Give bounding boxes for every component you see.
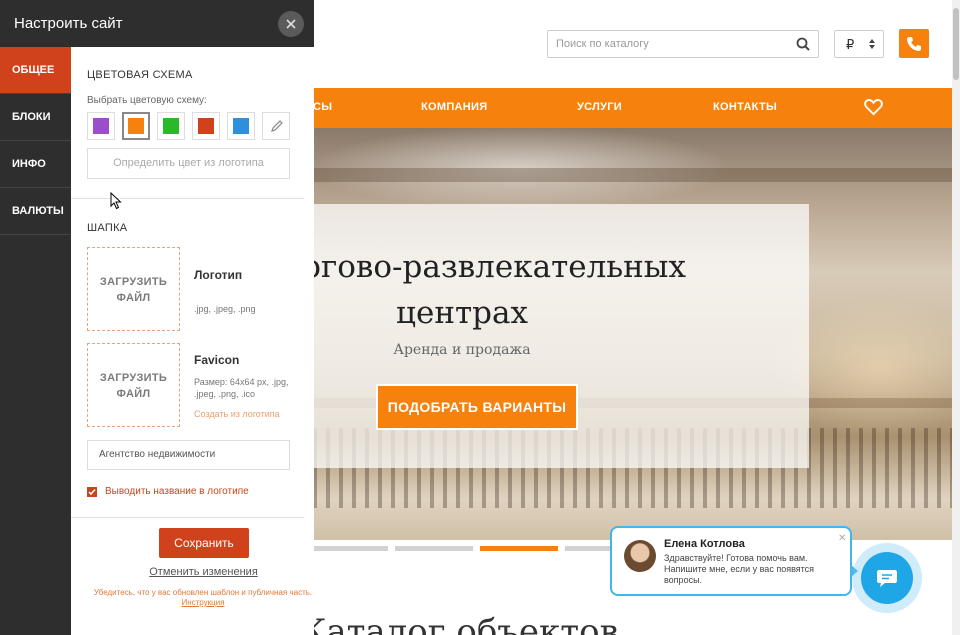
create-from-logo-link[interactable]: Создать из логотипа [194,409,280,419]
agent-avatar [624,540,656,572]
catalog-title: Каталог объектов [300,612,619,635]
favicon-label: Favicon [194,353,240,367]
chat-message: Здравствуйте! Готова помочь вам. Напишит… [664,553,815,585]
logo-label: Логотип [194,268,243,282]
catalog-search[interactable] [547,30,819,58]
phone-icon [907,37,921,51]
select-arrows-icon [869,39,875,49]
slider-dot[interactable] [480,546,558,551]
tab-currencies[interactable]: ВАЛЮТЫ [0,188,71,235]
update-note: Убедитесь, что у вас обновлен шаблон и п… [85,588,321,608]
update-note-text: Убедитесь, что у вас обновлен шаблон и п… [93,588,313,597]
nav-item-contacts[interactable]: КОНТАКТЫ [713,101,777,113]
section-divider [71,198,304,199]
tab-info[interactable]: ИНФО [0,141,71,188]
swatch-green[interactable] [157,112,185,140]
custom-color-button[interactable] [262,112,290,140]
section-divider [71,517,304,518]
logo-upload[interactable]: ЗАГРУЗИТЬ ФАЙЛ [87,247,180,331]
favicon-upload[interactable]: ЗАГРУЗИТЬ ФАЙЛ [87,343,180,427]
color-scheme-title: ЦВЕТОВАЯ СХЕМА [87,69,193,81]
panel-title: Настроить сайт [14,15,123,32]
show-name-label[interactable]: Выводить название в логотипе [105,486,249,497]
search-icon[interactable] [796,37,810,51]
chat-popup[interactable]: Елена Котлова Здравствуйте! Готова помоч… [610,526,852,596]
page-scrollbar[interactable] [952,0,960,635]
swatch-red[interactable] [192,112,220,140]
chat-close-icon[interactable]: ✕ [838,533,846,544]
swatch-orange[interactable] [122,112,150,140]
cancel-changes-link[interactable]: Отменить изменения [71,566,336,578]
panel-tabs: ОБЩЕЕ БЛОКИ ИНФО ВАЛЮТЫ [0,47,71,635]
checkmark-icon [88,489,96,496]
nav-item-services[interactable]: УСЛУГИ [577,101,622,113]
instruction-link[interactable]: Инструкция [181,598,224,607]
phone-button[interactable] [899,29,929,58]
slider-dot[interactable] [395,546,473,551]
heart-icon[interactable] [864,98,883,116]
logo-formats: .jpg, .jpeg, .png [194,304,256,314]
choose-scheme-label: Выбрать цветовую схему: [87,95,207,106]
open-chat-button[interactable] [861,552,913,604]
find-options-button[interactable]: ПОДОБРАТЬ ВАРИАНТЫ [376,384,578,430]
panel-header: Настроить сайт [0,0,314,47]
site-name-field[interactable]: Агентство недвижимости [87,440,290,470]
swatch-color [163,118,179,134]
swatch-blue[interactable] [227,112,255,140]
swatch-color [93,118,109,134]
swatch-purple[interactable] [87,112,115,140]
nav-item-partial[interactable]: СЫ [313,101,332,113]
tab-general[interactable]: ОБЩЕЕ [0,47,71,94]
close-panel-button[interactable] [278,11,304,37]
currency-select[interactable]: ₽ [834,30,884,58]
color-from-logo-button[interactable]: Определить цвет из логотипа [87,148,290,179]
scrollbar-thumb[interactable] [953,8,959,80]
tab-blocks[interactable]: БЛОКИ [0,94,71,141]
save-button[interactable]: Сохранить [159,528,249,558]
mouse-cursor-icon [110,192,122,210]
slider-dot[interactable] [310,546,388,551]
swatch-color [233,118,249,134]
agent-name: Елена Котлова [664,538,745,550]
pencil-icon [271,120,283,132]
nav-item-company[interactable]: КОМПАНИЯ [421,101,487,113]
panel-body: ЦВЕТОВАЯ СХЕМА Выбрать цветовую схему: О… [71,47,314,635]
chat-bubble-icon [877,570,897,587]
swatch-color [128,118,144,134]
currency-symbol: ₽ [846,37,855,52]
header-section-title: ШАПКА [87,222,128,234]
close-icon [286,19,296,29]
search-input[interactable] [548,31,778,57]
swatch-color [198,118,214,134]
show-name-checkbox[interactable] [87,487,97,497]
favicon-formats: Размер: 64x64 px, .jpg, .jpeg, .png, .ic… [194,377,289,399]
